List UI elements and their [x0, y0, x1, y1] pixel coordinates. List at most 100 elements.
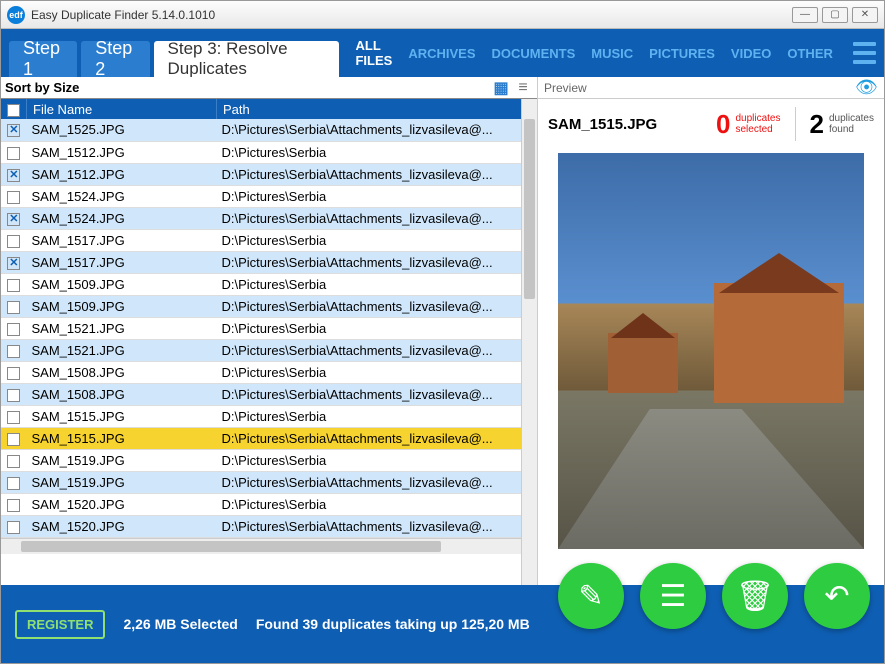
cell-path: D:\Pictures\Serbia	[217, 361, 522, 383]
row-checkbox[interactable]	[7, 323, 20, 336]
row-checkbox[interactable]	[7, 455, 20, 468]
row-checkbox[interactable]	[7, 477, 20, 490]
table-row[interactable]: SAM_1508.JPGD:\Pictures\Serbia	[1, 361, 521, 383]
table-row[interactable]: SAM_1524.JPGD:\Pictures\Serbia\Attachmen…	[1, 207, 521, 229]
eye-icon[interactable]: 👁	[855, 77, 878, 98]
table-row[interactable]: SAM_1520.JPGD:\Pictures\Serbia	[1, 493, 521, 515]
cell-filename: SAM_1521.JPG	[27, 317, 217, 339]
preview-filename: SAM_1515.JPG	[548, 116, 702, 133]
vertical-scrollbar[interactable]	[521, 99, 537, 585]
cell-filename: SAM_1515.JPG	[27, 427, 217, 449]
duplicates-found-stat: 2 duplicatesfound	[810, 109, 875, 140]
table-row[interactable]: SAM_1519.JPGD:\Pictures\Serbia	[1, 449, 521, 471]
row-checkbox[interactable]	[7, 147, 20, 160]
row-checkbox[interactable]	[7, 235, 20, 248]
table-row[interactable]: SAM_1509.JPGD:\Pictures\Serbia\Attachmen…	[1, 295, 521, 317]
table-row[interactable]: SAM_1515.JPGD:\Pictures\Serbia\Attachmen…	[1, 427, 521, 449]
cell-filename: SAM_1517.JPG	[27, 229, 217, 251]
row-checkbox[interactable]	[7, 169, 20, 182]
table-row[interactable]: SAM_1508.JPGD:\Pictures\Serbia\Attachmen…	[1, 383, 521, 405]
row-checkbox[interactable]	[7, 499, 20, 512]
duplicates-selected-stat: 0 duplicatesselected	[716, 109, 781, 140]
row-checkbox[interactable]	[7, 345, 20, 358]
cell-filename: SAM_1525.JPG	[27, 119, 217, 141]
table-row[interactable]: SAM_1524.JPGD:\Pictures\Serbia	[1, 185, 521, 207]
undo-button[interactable]: ↶	[804, 563, 870, 629]
sort-label: Sort by Size	[5, 80, 79, 95]
register-button[interactable]: REGISTER	[15, 610, 105, 639]
row-checkbox[interactable]	[7, 257, 20, 270]
window-title: Easy Duplicate Finder 5.14.0.1010	[31, 8, 792, 22]
step-tab-1[interactable]: Step 1	[9, 41, 77, 77]
cell-filename: SAM_1508.JPG	[27, 383, 217, 405]
step-tab-3[interactable]: Step 3: Resolve Duplicates	[154, 41, 340, 77]
filter-other[interactable]: OTHER	[787, 46, 833, 61]
col-filename[interactable]: File Name	[27, 99, 217, 119]
table-row[interactable]: SAM_1519.JPGD:\Pictures\Serbia\Attachmen…	[1, 471, 521, 493]
menu-icon[interactable]	[853, 42, 876, 64]
delete-button[interactable]: 🗑	[722, 563, 788, 629]
step-tab-2[interactable]: Step 2	[81, 41, 149, 77]
preview-label: Preview	[544, 81, 587, 95]
cell-path: D:\Pictures\Serbia\Attachments_lizvasile…	[217, 515, 522, 537]
grid-view-icon[interactable]: ▦	[491, 79, 511, 97]
close-button[interactable]: ✕	[852, 7, 878, 23]
filter-archives[interactable]: ARCHIVES	[408, 46, 475, 61]
table-row[interactable]: SAM_1525.JPGD:\Pictures\Serbia\Attachmen…	[1, 119, 521, 141]
preview-image	[558, 153, 864, 549]
filter-music[interactable]: MUSIC	[591, 46, 633, 61]
table-row[interactable]: SAM_1517.JPGD:\Pictures\Serbia\Attachmen…	[1, 251, 521, 273]
cell-path: D:\Pictures\Serbia	[217, 405, 522, 427]
col-checkbox[interactable]	[1, 99, 27, 119]
found-summary: Found 39 duplicates taking up 125,20 MB	[256, 616, 530, 632]
list-view-icon[interactable]: ≡	[513, 79, 533, 97]
row-checkbox[interactable]	[7, 411, 20, 424]
cell-filename: SAM_1520.JPG	[27, 493, 217, 515]
row-checkbox[interactable]	[7, 279, 20, 292]
row-checkbox[interactable]	[7, 367, 20, 380]
table-row[interactable]: SAM_1520.JPGD:\Pictures\Serbia\Attachmen…	[1, 515, 521, 537]
edit-button[interactable]: ✎	[558, 563, 624, 629]
cell-filename: SAM_1519.JPG	[27, 471, 217, 493]
table-row[interactable]: SAM_1512.JPGD:\Pictures\Serbia\Attachmen…	[1, 163, 521, 185]
minimize-button[interactable]: —	[792, 7, 818, 23]
filter-documents[interactable]: DOCUMENTS	[492, 46, 576, 61]
row-checkbox[interactable]	[7, 301, 20, 314]
filter-all-files[interactable]: ALL FILES	[355, 38, 392, 68]
list-button[interactable]: ☰	[640, 563, 706, 629]
table-row[interactable]: SAM_1521.JPGD:\Pictures\Serbia	[1, 317, 521, 339]
sort-bar[interactable]: Sort by Size ▦ ≡	[1, 77, 537, 99]
selected-size: 2,26 MB Selected	[123, 616, 237, 632]
cell-filename: SAM_1515.JPG	[27, 405, 217, 427]
cell-path: D:\Pictures\Serbia	[217, 317, 522, 339]
row-checkbox[interactable]	[7, 191, 20, 204]
bottom-bar: REGISTER 2,26 MB Selected Found 39 dupli…	[1, 585, 884, 663]
table-row[interactable]: SAM_1509.JPGD:\Pictures\Serbia	[1, 273, 521, 295]
cell-path: D:\Pictures\Serbia\Attachments_lizvasile…	[217, 119, 522, 141]
row-checkbox[interactable]	[7, 124, 20, 137]
table-row[interactable]: SAM_1515.JPGD:\Pictures\Serbia	[1, 405, 521, 427]
cell-filename: SAM_1524.JPG	[27, 185, 217, 207]
cell-path: D:\Pictures\Serbia\Attachments_lizvasile…	[217, 427, 522, 449]
cell-path: D:\Pictures\Serbia	[217, 185, 522, 207]
cell-path: D:\Pictures\Serbia\Attachments_lizvasile…	[217, 163, 522, 185]
cell-filename: SAM_1508.JPG	[27, 361, 217, 383]
row-checkbox[interactable]	[7, 521, 20, 534]
table-row[interactable]: SAM_1517.JPGD:\Pictures\Serbia	[1, 229, 521, 251]
filter-pictures[interactable]: PICTURES	[649, 46, 715, 61]
row-checkbox[interactable]	[7, 389, 20, 402]
cell-path: D:\Pictures\Serbia\Attachments_lizvasile…	[217, 207, 522, 229]
cell-path: D:\Pictures\Serbia	[217, 449, 522, 471]
cell-path: D:\Pictures\Serbia\Attachments_lizvasile…	[217, 251, 522, 273]
row-checkbox[interactable]	[7, 213, 20, 226]
filter-video[interactable]: VIDEO	[731, 46, 771, 61]
horizontal-scrollbar[interactable]	[1, 538, 521, 554]
titlebar: edf Easy Duplicate Finder 5.14.0.1010 — …	[1, 1, 884, 29]
table-row[interactable]: SAM_1512.JPGD:\Pictures\Serbia	[1, 141, 521, 163]
cell-filename: SAM_1509.JPG	[27, 295, 217, 317]
cell-path: D:\Pictures\Serbia\Attachments_lizvasile…	[217, 383, 522, 405]
row-checkbox[interactable]	[7, 433, 20, 446]
col-path[interactable]: Path	[217, 99, 522, 119]
table-row[interactable]: SAM_1521.JPGD:\Pictures\Serbia\Attachmen…	[1, 339, 521, 361]
maximize-button[interactable]: ▢	[822, 7, 848, 23]
